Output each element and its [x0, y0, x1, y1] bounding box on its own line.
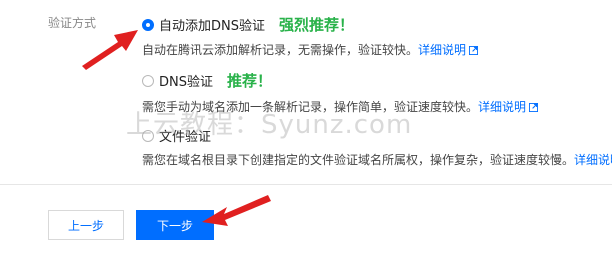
recommend-badge: 推荐！	[227, 72, 273, 90]
detail-link-file[interactable]: 详细说明	[574, 153, 612, 167]
option-dns-label: DNS验证	[159, 75, 213, 90]
option-file-description: 需您在域名根目录下创建指定的文件验证域名所属权，操作复杂，验证速度较慢。详细说明	[142, 151, 612, 168]
external-link-icon	[469, 46, 479, 55]
verification-method-panel: 验证方式 自动添加DNS验证 强烈推荐！ 自动在腾讯云添加解析记录，无需操作，验…	[0, 0, 612, 184]
detail-link-label: 详细说明	[478, 100, 527, 114]
watermark: 上云教程：Syunz.com	[126, 110, 413, 140]
field-label: 验证方式	[48, 16, 97, 30]
detail-link-label: 详细说明	[418, 43, 467, 57]
description-text: 自动在腾讯云添加解析记录，无需操作，验证较快。	[142, 43, 419, 57]
option-auto-dns[interactable]: 自动添加DNS验证 强烈推荐！	[142, 14, 354, 35]
prev-step-button[interactable]: 上一步	[48, 210, 124, 240]
next-step-button[interactable]: 下一步	[136, 210, 214, 240]
radio-auto-dns[interactable]	[142, 18, 154, 31]
option-auto-dns-label: 自动添加DNS验证	[159, 19, 265, 34]
detail-link-label: 详细说明	[574, 153, 612, 167]
option-dns[interactable]: DNS验证 推荐！	[142, 70, 272, 91]
recommend-badge-strong: 强烈推荐！	[279, 16, 355, 34]
description-text: 需您在域名根目录下创建指定的文件验证域名所属权，操作复杂，验证速度较慢。	[142, 153, 575, 167]
detail-link-auto-dns[interactable]: 详细说明	[418, 43, 479, 57]
external-link-icon	[529, 103, 539, 112]
radio-dns[interactable]	[142, 74, 154, 87]
detail-link-dns[interactable]: 详细说明	[478, 100, 539, 114]
option-auto-dns-description: 自动在腾讯云添加解析记录，无需操作，验证较快。详细说明	[142, 41, 479, 58]
